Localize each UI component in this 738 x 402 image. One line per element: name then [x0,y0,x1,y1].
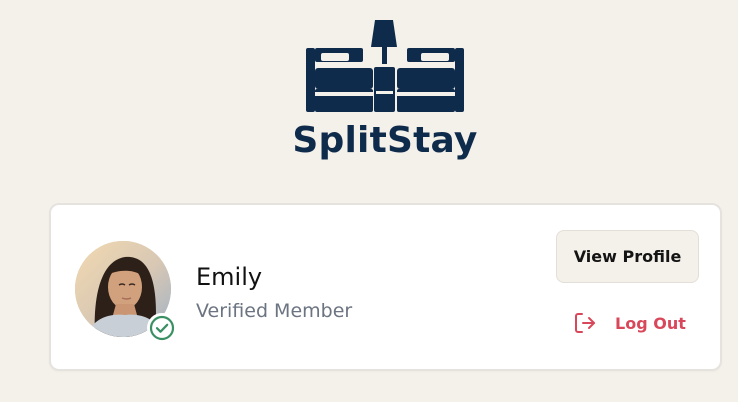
brand-name: SplitStay [292,120,478,161]
splitstay-logo-icon [306,20,464,112]
logout-arrow-icon [575,313,595,333]
view-profile-button[interactable]: View Profile [556,230,699,283]
verified-badge [147,313,177,343]
logo-area: SplitStay [0,20,738,164]
logout-button[interactable]: Log Out [573,308,686,338]
profile-card: Emily Verified Member View Profile Log O… [49,203,722,371]
logout-label: Log Out [615,313,686,333]
user-name: Emily [196,263,263,291]
check-circle-icon [149,315,175,341]
member-status: Verified Member [196,300,353,322]
